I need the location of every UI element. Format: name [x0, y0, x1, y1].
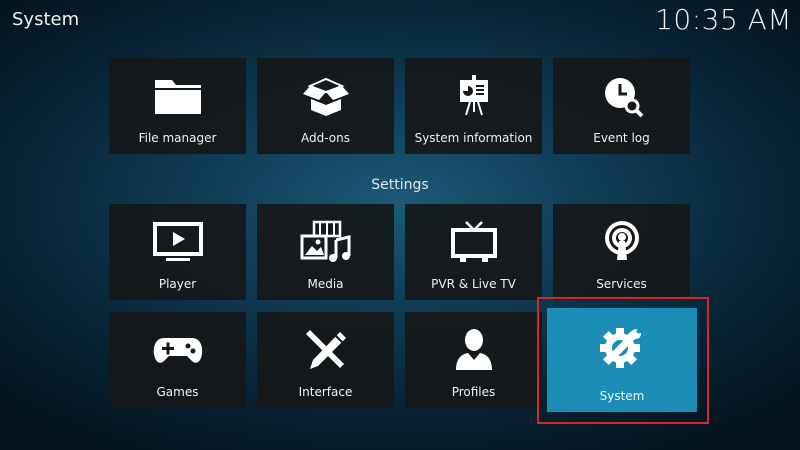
tile-label: Event log: [593, 131, 650, 145]
tile-label: Profiles: [451, 385, 496, 399]
folder-icon: [152, 74, 204, 118]
tile-services[interactable]: Services: [553, 204, 690, 300]
broadcast-icon: [596, 220, 648, 264]
tile-add-ons[interactable]: Add-ons: [257, 58, 394, 154]
tile-label: Add-ons: [301, 131, 350, 145]
tile-label: Media: [307, 277, 344, 291]
tile-media[interactable]: Media: [257, 204, 394, 300]
tile-label: Player: [158, 277, 197, 291]
tile-games[interactable]: Games: [109, 312, 246, 408]
media-icon: [300, 220, 352, 264]
tile-label: System information: [414, 131, 533, 145]
tile-file-manager[interactable]: File manager: [109, 58, 246, 154]
tile-label: Games: [156, 385, 199, 399]
tile-label: Interface: [298, 385, 353, 399]
window-title: System: [12, 9, 80, 30]
tile-label: PVR & Live TV: [431, 277, 516, 291]
settings-heading: Settings: [371, 177, 429, 193]
tile-player[interactable]: Player: [109, 204, 246, 300]
user-profile-icon: [448, 328, 500, 372]
focus-highlight: [537, 297, 709, 424]
gamepad-icon: [152, 328, 204, 372]
tile-label: File manager: [138, 131, 217, 145]
tv-play-icon: [152, 220, 204, 264]
tile-system-information[interactable]: System information: [405, 58, 542, 154]
tile-interface[interactable]: Interface: [257, 312, 394, 408]
tv-antenna-icon: [448, 220, 500, 264]
presentation-chart-icon: [448, 74, 500, 118]
tile-label: Services: [596, 277, 647, 291]
open-box-icon: [300, 74, 352, 118]
clock-search-icon: [596, 74, 648, 118]
clock: 10:35 AM: [655, 3, 792, 36]
tile-pvr-live-tv[interactable]: PVR & Live TV: [405, 204, 542, 300]
pencil-ruler-icon: [300, 328, 352, 372]
tile-profiles[interactable]: Profiles: [405, 312, 542, 408]
tile-event-log[interactable]: Event log: [553, 58, 690, 154]
